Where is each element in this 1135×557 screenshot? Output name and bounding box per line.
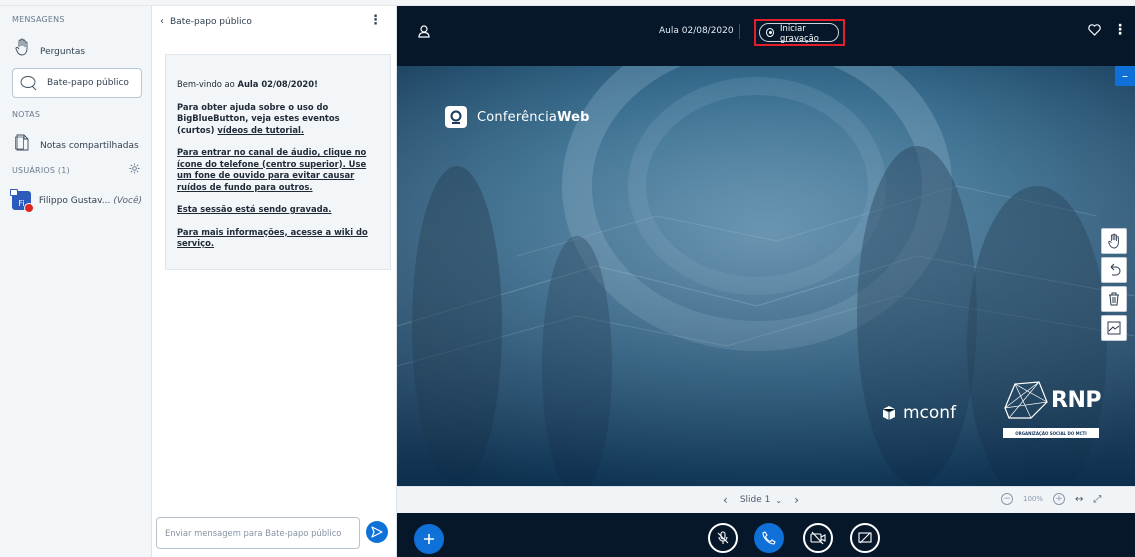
hand-icon (1108, 233, 1119, 249)
slide-select[interactable]: Slide 1 ⌄ (740, 495, 782, 505)
public-chat-item[interactable]: Bate-papo público (12, 68, 142, 98)
slide-label: Slide 1 (739, 495, 771, 505)
minimize-presentation-button[interactable]: – (1115, 66, 1135, 86)
camera-off-icon (810, 531, 826, 545)
audio-paragraph: Para entrar no canal de áudio, clique no… (177, 147, 378, 193)
users-section-title: USUÁRIOS (1) (12, 166, 70, 175)
previous-slide-icon[interactable]: ‹ (723, 493, 728, 507)
tutorial-link[interactable]: vídeos de tutorial. (217, 125, 304, 135)
presentation-area: Aula 02/08/2020 Iniciar gravação ⋮ Confe… (397, 6, 1135, 557)
gear-icon[interactable] (128, 162, 140, 174)
actions-button[interactable] (414, 524, 444, 554)
recording-notice: Esta sessão está sendo gravada. (177, 204, 332, 214)
chevron-left-icon: ‹ (160, 16, 164, 27)
chat-message-input[interactable]: Enviar mensagem para Bate-papo público (156, 517, 360, 549)
whiteboard-toolbar (1101, 228, 1131, 350)
share-webcam-button[interactable] (803, 523, 833, 553)
phone-icon (762, 531, 776, 545)
rnp-logo: RNP ORGANIZAÇÃO SOCIAL DO MCTI (1001, 378, 1101, 442)
hand-tool-button[interactable] (1101, 228, 1127, 254)
you-tag: (Você) (113, 196, 142, 206)
brand-conferencia-bold: Web (557, 109, 590, 125)
brand-conferencia-light: Conferência (477, 109, 558, 125)
user-name: Filippo Gustav... (38, 196, 111, 206)
chat-options-button[interactable]: ⋮ (369, 14, 382, 27)
welcome-line: Bem-vindo ao Aula 02/08/2020! (177, 79, 378, 91)
messages-section-title: MENSAGENS (12, 15, 65, 24)
fit-width-icon[interactable]: ↔ (1075, 494, 1083, 505)
options-menu-icon[interactable]: ⋮ (1113, 21, 1127, 39)
divider (739, 24, 740, 39)
notes-section-title: NOTAS (12, 110, 41, 119)
share-screen-button[interactable] (850, 523, 880, 553)
presenter-icon (10, 189, 18, 196)
conferenciaweb-logo: ConferênciaWeb (445, 106, 590, 128)
action-bar (397, 513, 1135, 557)
record-highlight: Iniciar gravação (754, 19, 845, 46)
plus-icon (424, 534, 434, 544)
info-text: Para mais informações, acesse a (177, 226, 335, 237)
conferenciaweb-icon (445, 106, 467, 128)
slide-navigation: ‹ Slide 1 ⌄ › (723, 493, 799, 507)
rnp-subtitle: ORGANIZAÇÃO SOCIAL DO MCTI (1003, 428, 1099, 438)
info-paragraph: Para mais informações, acesse a wiki do … (177, 227, 378, 250)
welcome-meeting-name: Aula 02/08/2020! (237, 79, 318, 89)
record-label: Iniciar gravação (780, 22, 819, 43)
user-row[interactable]: Fi Filippo Gustav... (Você) (10, 184, 142, 218)
help-paragraph: Para obter ajuda sobre o uso do BigBlueB… (177, 102, 378, 137)
screen-share-off-icon (858, 532, 872, 544)
chat-back-button[interactable]: ‹ Bate-papo público (160, 16, 252, 27)
trash-icon (1109, 292, 1119, 306)
public-chat-label: Bate-papo público (47, 78, 129, 88)
undo-icon (1110, 263, 1121, 276)
fullscreen-icon[interactable]: ⤢ (1093, 494, 1101, 505)
mconf-text: mconf (903, 403, 957, 423)
questions-item[interactable]: Perguntas (12, 32, 142, 62)
send-button[interactable] (366, 521, 388, 543)
recording-paragraph: Esta sessão está sendo gravada. (177, 204, 378, 216)
welcome-prefix: Bem-vindo ao (177, 79, 238, 89)
avatar: Fi (10, 189, 34, 213)
heart-icon[interactable] (1087, 23, 1101, 37)
zoom-controls: − 100% + ↔ ⤢ (1001, 493, 1101, 505)
user-list-panel: MENSAGENS Perguntas Bate-papo público NO… (0, 6, 152, 557)
clear-button[interactable] (1101, 286, 1127, 312)
welcome-message: Bem-vindo ao Aula 02/08/2020! Para obter… (165, 54, 391, 270)
muted-mic-icon (24, 203, 34, 213)
zoom-out-icon[interactable]: − (1001, 493, 1013, 505)
rnp-text: RNP (1051, 388, 1101, 413)
questions-label: Perguntas (40, 47, 86, 57)
audio-instructions: Para entrar no canal de áudio, clique no… (177, 147, 367, 192)
undo-button[interactable] (1101, 257, 1127, 283)
leave-audio-button[interactable] (754, 523, 784, 553)
shared-notes-item[interactable]: Notas compartilhadas (12, 127, 142, 157)
chat-title: Bate-papo público (170, 16, 252, 27)
microphone-muted-icon (717, 531, 729, 544)
mconf-logo: mconf (881, 403, 956, 423)
conferenciaweb-text: ConferênciaWeb (477, 110, 590, 125)
chat-panel: ‹ Bate-papo público ⋮ Bem-vindo ao Aula … (152, 6, 397, 557)
hand-icon (12, 37, 32, 57)
shared-notes-label: Notas compartilhadas (40, 141, 139, 151)
chevron-down-icon: ⌄ (775, 495, 783, 505)
chat-bubble-icon (19, 73, 39, 93)
mconf-icon (882, 406, 896, 420)
nav-bar: Aula 02/08/2020 Iniciar gravação ⋮ (397, 6, 1135, 60)
user-list-toggle-icon[interactable] (417, 24, 431, 38)
next-slide-icon[interactable]: › (794, 493, 799, 507)
slide-controls: ‹ Slide 1 ⌄ › − 100% + ↔ ⤢ (397, 486, 1135, 513)
document-icon (12, 132, 32, 152)
send-icon (371, 526, 383, 538)
start-recording-button[interactable]: Iniciar gravação (759, 22, 839, 43)
multi-user-button[interactable] (1101, 315, 1127, 341)
zoom-value[interactable]: 100% (1023, 495, 1043, 503)
rnp-icon (1004, 381, 1048, 419)
meeting-title: Aula 02/08/2020 (659, 26, 734, 36)
mute-button[interactable] (708, 523, 738, 553)
whiteboard-icon (1107, 321, 1121, 335)
presentation-slide: ConferênciaWeb mconf RNP ORGANIZAÇÃO SOC… (397, 66, 1135, 486)
zoom-in-icon[interactable]: + (1053, 493, 1066, 505)
record-icon (766, 28, 775, 37)
